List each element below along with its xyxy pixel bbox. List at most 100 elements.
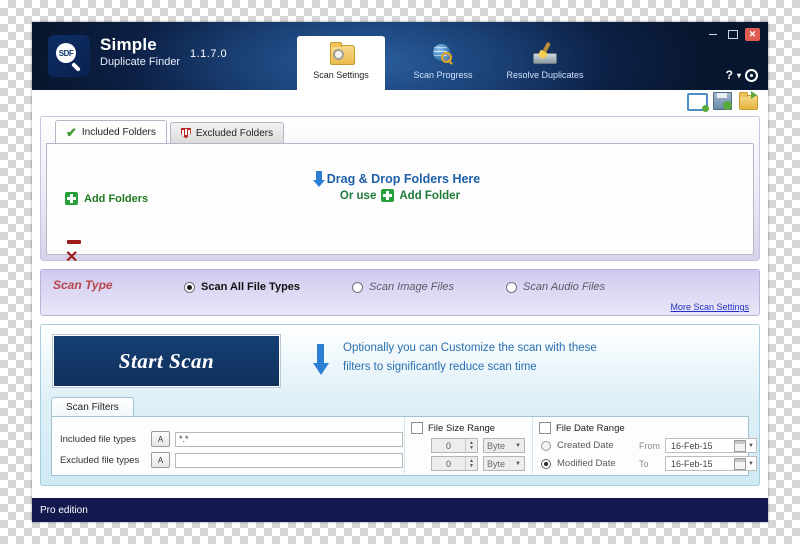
included-file-types-input[interactable]: *.*: [175, 431, 403, 447]
application-window: SDF Simple Duplicate Finder 1.1.7.0 Scan…: [32, 22, 768, 522]
gear-icon[interactable]: [745, 68, 758, 82]
brand-name: Simple: [100, 35, 157, 54]
radio-scan-audio-files-label: Scan Audio Files: [523, 281, 606, 293]
save-project-icon[interactable]: [713, 91, 732, 110]
calendar-icon: [734, 457, 747, 470]
scan-type-options: Scan All File Types Scan Image Files Sca…: [184, 281, 605, 293]
radio-scan-image-files[interactable]: Scan Image Files: [352, 281, 454, 293]
magnifier-handle: [71, 62, 81, 72]
tab-scan-progress-label: Scan Progress: [413, 70, 473, 80]
customize-note: Optionally you can Customize the scan wi…: [313, 339, 597, 378]
green-plus-icon-small: [381, 189, 395, 202]
radio-scan-all-file-types[interactable]: Scan All File Types: [184, 281, 300, 293]
remove-folder-button[interactable]: [67, 240, 81, 244]
file-size-max-stepper[interactable]: 0 ▲ ▼: [431, 456, 478, 471]
radio-indicator: [541, 440, 551, 451]
dropzone-secondary-line: Or use Add Folder: [47, 189, 753, 202]
file-size-range-checkbox[interactable]: [411, 422, 423, 434]
more-scan-settings-link[interactable]: More Scan Settings: [670, 302, 749, 312]
to-label: To: [639, 458, 649, 469]
included-a-button[interactable]: A: [151, 431, 170, 447]
green-check-icon: ✔: [66, 124, 77, 140]
close-button[interactable]: ✕: [745, 28, 760, 41]
excluded-a-button[interactable]: A: [151, 452, 170, 468]
excluded-file-types-label: Excluded file types: [60, 454, 140, 466]
dropzone-or-text: Or use: [339, 189, 377, 202]
start-scan-button[interactable]: Start Scan: [52, 334, 281, 388]
date-to-input[interactable]: 16-Feb-15 ▼: [665, 456, 757, 471]
radio-scan-image-files-label: Scan Image Files: [369, 281, 455, 293]
page-root: SDF Simple Duplicate Finder 1.1.7.0 Scan…: [0, 0, 800, 544]
tab-excluded-folders-label: Excluded Folders: [195, 127, 274, 139]
customize-note-text: Optionally you can Customize the scan wi…: [343, 339, 597, 377]
dropzone-add-folder-link[interactable]: Add Folder: [399, 190, 460, 202]
folders-panel: ✔ Included Folders Excluded Folders Add …: [40, 116, 760, 266]
radio-indicator: [506, 281, 518, 293]
magnifier-logo-icon: SDF: [56, 43, 82, 72]
folder-gear-icon: [327, 41, 355, 67]
stepper-arrows-icon[interactable]: ▲ ▼: [465, 439, 477, 452]
scan-filters-tabstrip: Scan Filters: [51, 397, 134, 417]
tab-resolve-duplicates[interactable]: Resolve Duplicates: [501, 36, 589, 90]
file-size-min-value: 0: [445, 440, 451, 451]
dropzone-primary-text: Drag & Drop Folders Here: [326, 172, 481, 186]
radio-indicator: [541, 458, 551, 469]
file-size-range-section: File Size Range 0 ▲ ▼ Byte ▼ 0 ▲ ▼ Byte …: [405, 417, 533, 475]
date-from-input[interactable]: 16-Feb-15 ▼: [665, 438, 757, 453]
scan-type-panel: Scan Type Scan All File Types Scan Image…: [40, 269, 760, 316]
dropzone-primary-line: Drag & Drop Folders Here: [312, 171, 481, 187]
radio-indicator: [352, 281, 364, 293]
broom-disk-icon: [531, 41, 559, 67]
logo-monogram: SDF: [56, 43, 76, 63]
globe-magnifier-icon: [429, 41, 457, 67]
tab-excluded-folders[interactable]: Excluded Folders: [169, 122, 285, 143]
file-size-max-value: 0: [445, 458, 451, 469]
folders-list-area[interactable]: Add Folders ✕ Drag & Drop Folders Here O…: [46, 143, 754, 266]
toolbar-icons: [687, 91, 758, 112]
excluded-file-types-input[interactable]: [175, 452, 403, 468]
file-date-range-header: File Date Range: [539, 422, 625, 434]
tab-scan-progress[interactable]: Scan Progress: [399, 36, 487, 90]
clear-folders-button[interactable]: ✕: [65, 250, 78, 266]
radio-indicator: [184, 281, 195, 293]
new-project-icon[interactable]: [687, 91, 709, 112]
down-arrow-icon-large: [313, 344, 329, 378]
tab-scan-settings[interactable]: Scan Settings: [297, 36, 385, 90]
radio-created-date[interactable]: Created Date: [541, 440, 639, 451]
radio-modified-date[interactable]: Modified Date: [541, 458, 639, 469]
from-label: From: [639, 440, 660, 451]
calendar-icon: [734, 439, 747, 452]
dropzone-hint: Drag & Drop Folders Here Or use Add Fold…: [47, 166, 753, 202]
chevron-down-icon: ▼: [515, 460, 521, 467]
file-size-max-row: 0 ▲ ▼ Byte ▼: [431, 456, 525, 471]
maximize-button[interactable]: [725, 28, 740, 41]
chevron-down-icon: ▼: [515, 442, 521, 449]
modified-date-row: Modified Date To 16-Feb-15 ▼: [541, 456, 757, 471]
minimize-button[interactable]: [705, 28, 720, 41]
tab-resolve-duplicates-label: Resolve Duplicates: [506, 70, 584, 80]
tab-scan-settings-label: Scan Settings: [313, 70, 369, 80]
radio-scan-audio-files[interactable]: Scan Audio Files: [506, 281, 605, 293]
tab-included-folders-label: Included Folders: [81, 126, 156, 138]
tab-included-folders[interactable]: ✔ Included Folders: [55, 120, 167, 143]
help-icon[interactable]: ?: [726, 68, 733, 82]
file-types-section: Included file types A *.* Excluded file …: [52, 417, 405, 475]
file-size-min-unit-select[interactable]: Byte ▼: [483, 438, 525, 453]
created-date-label: Created Date: [557, 440, 614, 451]
stepper-arrows-icon[interactable]: ▲ ▼: [465, 457, 477, 470]
tab-scan-filters[interactable]: Scan Filters: [51, 397, 134, 417]
file-size-max-unit-select[interactable]: Byte ▼: [483, 456, 525, 471]
file-size-min-unit-value: Byte: [487, 440, 506, 451]
chevron-down-icon[interactable]: ▾: [737, 71, 741, 80]
excluded-file-types-row: Excluded file types A: [60, 452, 403, 468]
file-size-range-header: File Size Range: [411, 422, 495, 434]
file-date-range-checkbox[interactable]: [539, 422, 551, 434]
created-date-row: Created Date From 16-Feb-15 ▼: [541, 438, 757, 453]
status-bar: Pro edition: [32, 498, 768, 522]
file-size-min-stepper[interactable]: 0 ▲ ▼: [431, 438, 478, 453]
brand-subtitle: Duplicate Finder: [100, 56, 181, 68]
customize-note-line1: Optionally you can Customize the scan wi…: [343, 342, 597, 354]
open-project-icon[interactable]: [739, 91, 758, 110]
file-size-min-row: 0 ▲ ▼ Byte ▼: [431, 438, 525, 453]
chevron-down-icon: ▼: [748, 460, 754, 467]
